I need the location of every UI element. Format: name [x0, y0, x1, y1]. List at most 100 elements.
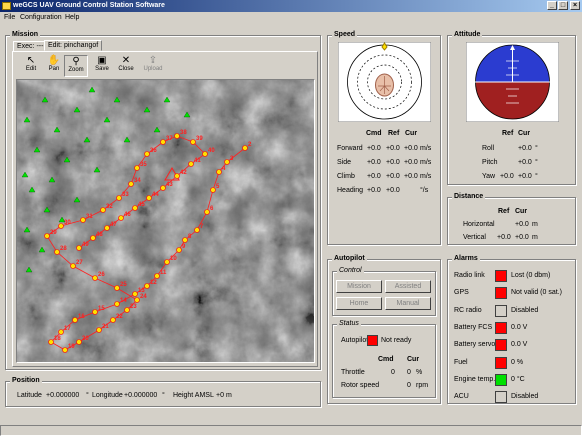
- waypoint-marker[interactable]: [96, 327, 102, 333]
- close-x-icon: ✕: [121, 55, 131, 66]
- waypoint-label: 38: [180, 130, 187, 136]
- waypoint-marker[interactable]: [92, 309, 98, 315]
- waypoint-marker[interactable]: [132, 291, 138, 297]
- waypoint-marker[interactable]: [134, 297, 140, 303]
- longitude-value: +0.000000: [124, 392, 158, 399]
- waypoint-marker[interactable]: [58, 223, 64, 229]
- alarm-value: Disabled: [511, 393, 539, 401]
- waypoint-marker[interactable]: [146, 195, 152, 201]
- distance-unit: m: [532, 234, 538, 241]
- waypoint-marker[interactable]: [160, 185, 166, 191]
- menu-file[interactable]: File: [4, 14, 15, 21]
- speed-ref-value: +0.0: [386, 187, 400, 194]
- waypoint-marker[interactable]: [132, 205, 138, 211]
- tool-save-button[interactable]: ▣ Save: [90, 55, 114, 77]
- waypoint-marker[interactable]: [182, 237, 188, 243]
- waypoint-marker[interactable]: [114, 285, 120, 291]
- title-bar[interactable]: weGCS UAV Ground Control Station Softwar…: [0, 0, 582, 12]
- autopilot-unit: %: [416, 369, 423, 376]
- waypoint-marker[interactable]: [114, 301, 120, 307]
- tool-edit-button[interactable]: ↖ Edit: [19, 55, 43, 77]
- waypoint-marker[interactable]: [92, 275, 98, 281]
- waypoint-marker[interactable]: [54, 249, 60, 255]
- waypoint-label: 34: [134, 178, 141, 184]
- alarm-label: ACU: [454, 393, 469, 401]
- mission-map[interactable]: 2 3 4 5 6 7 8 9 10 11 12 13 14 15 16 17 18 19 20 21 22 23 24 25…: [16, 79, 315, 363]
- waypoint-marker[interactable]: [124, 307, 130, 313]
- waypoint-marker[interactable]: [160, 139, 166, 145]
- attitude-unit: °: [535, 145, 538, 152]
- speed-cmd-value: +0.0: [367, 173, 381, 180]
- manual-mode-button[interactable]: Manual: [385, 297, 431, 310]
- waypoint-marker[interactable]: [194, 227, 200, 233]
- waypoint-marker[interactable]: [202, 151, 208, 157]
- waypoint-marker[interactable]: [144, 151, 150, 157]
- maximize-button[interactable]: □: [558, 1, 568, 10]
- speed-ref-value: +0.0: [386, 159, 400, 166]
- waypoint-label: 25: [120, 282, 127, 288]
- waypoint-label: 24: [140, 294, 147, 300]
- alarm-label: Fuel: [454, 358, 468, 366]
- waypoint-marker[interactable]: [58, 329, 64, 335]
- tool-close-button[interactable]: ✕ Close: [114, 55, 138, 77]
- waypoint-marker[interactable]: [204, 209, 210, 215]
- waypoint-marker[interactable]: [188, 161, 194, 167]
- tab-edit[interactable]: Edit: pinchangof: [44, 40, 103, 51]
- waypoint-marker[interactable]: [80, 217, 86, 223]
- waypoint-marker[interactable]: [76, 245, 82, 251]
- height-value: +0: [216, 392, 224, 399]
- waypoint-marker[interactable]: [62, 347, 68, 353]
- waypoint-marker[interactable]: [70, 263, 76, 269]
- waypoint-marker[interactable]: [164, 259, 170, 265]
- waypoint-marker[interactable]: [154, 273, 160, 279]
- waypoint-marker[interactable]: [100, 207, 106, 213]
- waypoint-marker[interactable]: [118, 215, 124, 221]
- alarm-value: Not valid (0 sat.): [511, 289, 562, 297]
- waypoint-label: 40: [208, 148, 215, 154]
- waypoint-marker[interactable]: [224, 159, 230, 165]
- waypoint-marker[interactable]: [128, 181, 134, 187]
- waypoint-marker[interactable]: [90, 235, 96, 241]
- speed-col-header: Cmd: [366, 130, 382, 137]
- minimize-button[interactable]: _: [547, 1, 557, 10]
- waypoint-label: 15: [98, 306, 105, 312]
- waypoint-marker[interactable]: [176, 247, 182, 253]
- waypoint-label: 30: [64, 220, 71, 226]
- mission-mode-button[interactable]: Mission: [336, 280, 382, 293]
- attitude-unit: °: [535, 159, 538, 166]
- waypoint-marker[interactable]: [116, 195, 122, 201]
- waypoint-marker[interactable]: [216, 169, 222, 175]
- waypoint-marker[interactable]: [104, 225, 110, 231]
- waypoint-marker[interactable]: [242, 145, 248, 151]
- attitude-cur-value: +0.0: [518, 173, 532, 180]
- attitude-row-label: Yaw: [482, 173, 496, 180]
- waypoint-marker[interactable]: [48, 339, 54, 345]
- waypoint-marker[interactable]: [72, 317, 78, 323]
- upload-icon: ⇪: [148, 55, 158, 66]
- tool-upload-button[interactable]: ⇪ Upload: [141, 55, 165, 77]
- waypoint-marker[interactable]: [190, 139, 196, 145]
- close-window-button[interactable]: ×: [570, 1, 580, 10]
- tool-pan-button[interactable]: ✋ Pan: [42, 55, 66, 77]
- waypoint-marker[interactable]: [110, 317, 116, 323]
- map-canvas[interactable]: 2345678910111213141516171819202122232425…: [17, 80, 314, 362]
- home-mode-button[interactable]: Home: [336, 297, 382, 310]
- alarm-label: Engine temp.: [454, 375, 496, 383]
- waypoint-marker[interactable]: [210, 187, 216, 193]
- tool-zoom-button[interactable]: ⚲ Zoom: [64, 55, 88, 77]
- menu-configuration[interactable]: Configuration: [20, 14, 62, 21]
- waypoint-label: 41: [194, 158, 201, 164]
- waypoint-marker[interactable]: [174, 173, 180, 179]
- assisted-mode-button[interactable]: Assisted: [385, 280, 431, 293]
- waypoint-marker[interactable]: [44, 233, 50, 239]
- waypoint-marker[interactable]: [134, 165, 140, 171]
- waypoint-marker[interactable]: [144, 283, 150, 289]
- alarm-value: 0 %: [511, 358, 524, 366]
- speed-unit: m/s: [420, 145, 432, 152]
- menu-help[interactable]: Help: [65, 14, 79, 21]
- waypoint-marker[interactable]: [174, 133, 180, 139]
- mission-legend: Mission: [10, 31, 41, 38]
- speed-ref-value: +0.0: [386, 173, 400, 180]
- waypoint-marker[interactable]: [76, 339, 82, 345]
- waypoint-label: 28: [60, 246, 67, 252]
